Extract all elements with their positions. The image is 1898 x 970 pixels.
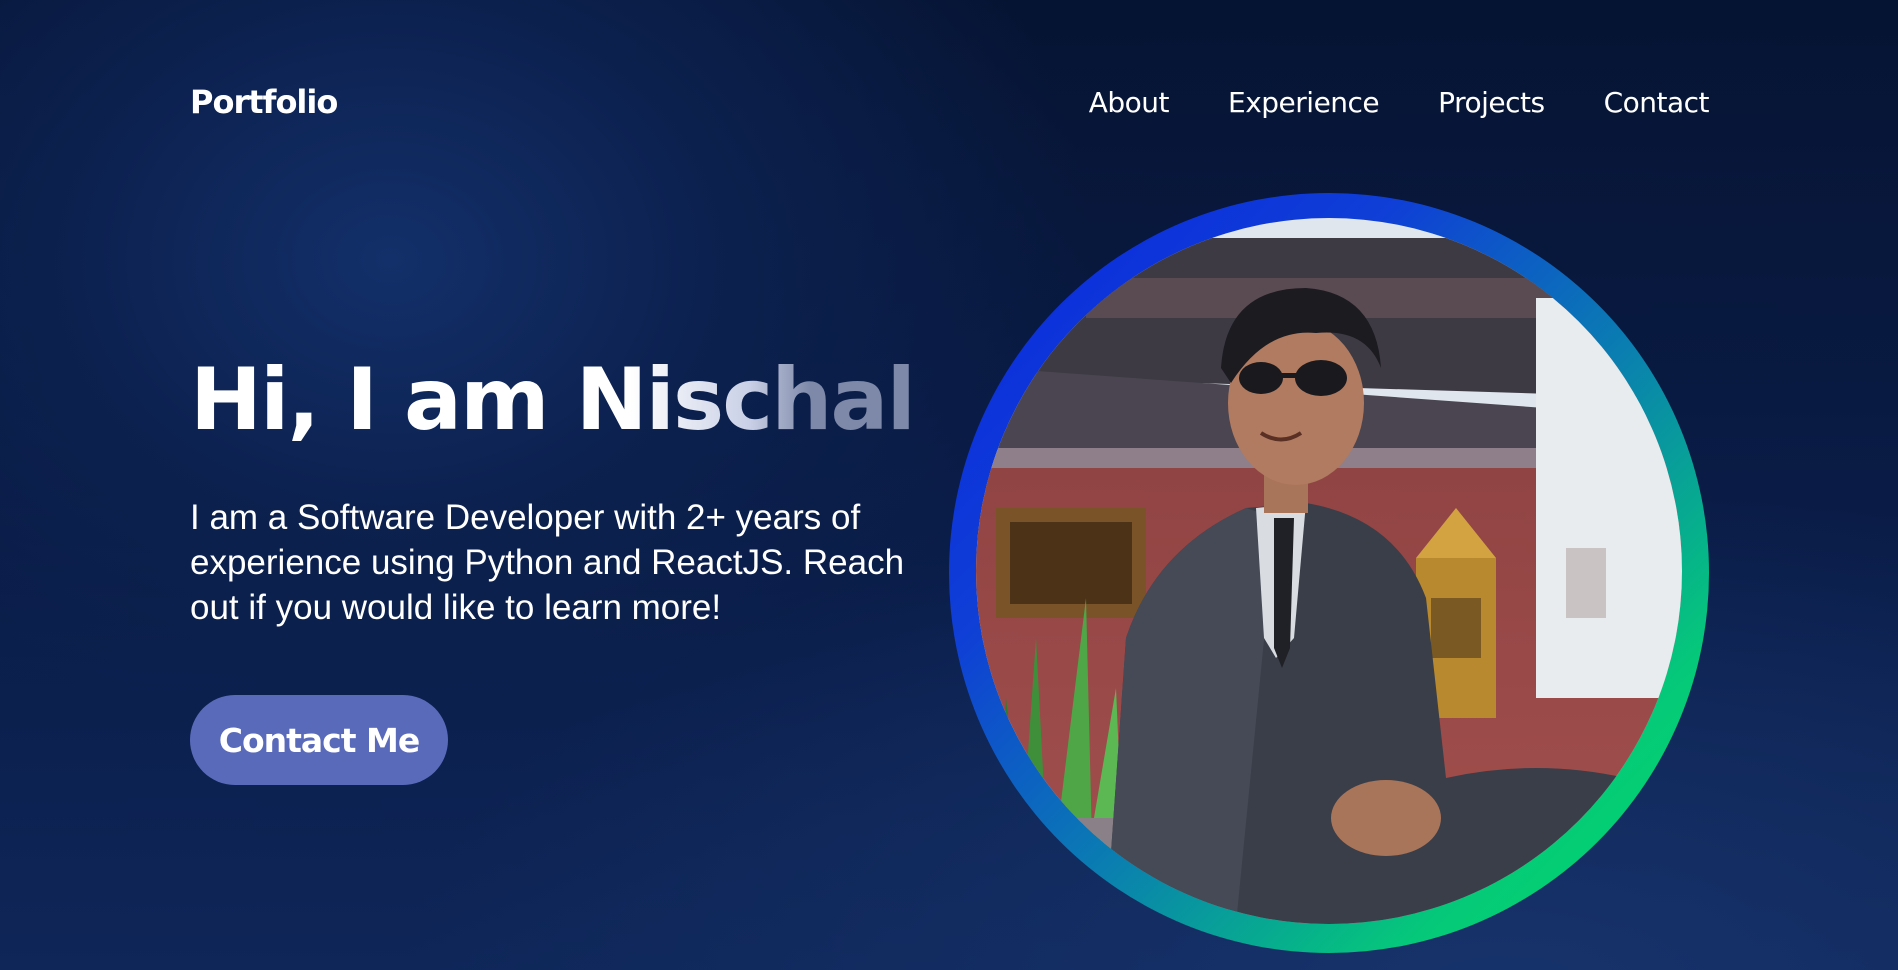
profile-photo — [976, 218, 1682, 924]
site-logo[interactable]: Portfolio — [190, 83, 338, 121]
navbar: Portfolio About Experience Projects Cont… — [190, 72, 1710, 132]
nav-link-contact[interactable]: Contact — [1604, 86, 1710, 119]
contact-me-button[interactable]: Contact Me — [190, 695, 448, 785]
nav-links: About Experience Projects Contact — [1089, 86, 1710, 119]
nav-link-projects[interactable]: Projects — [1438, 86, 1545, 119]
hero-title: Hi, I am Nischal — [190, 345, 916, 455]
nav-link-about[interactable]: About — [1089, 86, 1170, 119]
hero-description: I am a Software Developer with 2+ years … — [190, 498, 905, 627]
nav-link-experience[interactable]: Experience — [1228, 86, 1380, 119]
